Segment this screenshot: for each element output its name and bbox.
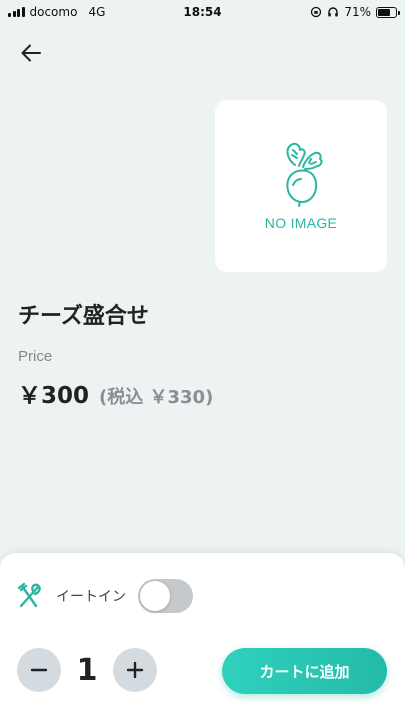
add-to-cart-button[interactable]: カートに追加 [222,648,387,694]
back-button[interactable] [16,38,46,68]
eat-in-toggle[interactable] [138,579,193,613]
battery-percent: 71% [344,5,371,19]
quantity-value: 1 [76,652,98,688]
order-sheet: イートイン 1 カートに追加 [0,553,405,720]
fork-knife-icon [17,582,41,608]
eat-in-label: イートイン [56,589,126,605]
price-row: ￥300 (税込 ￥330) [18,376,213,410]
battery-icon [376,6,400,18]
eat-in-row: イートイン [16,579,193,613]
network-label: 4G [88,5,106,19]
status-time: 18:54 [183,5,222,19]
signal-icon [8,7,25,17]
increase-quantity-button[interactable] [113,648,157,692]
arrow-left-icon [21,44,41,62]
no-image-label: NO IMAGE [264,215,338,231]
decrease-quantity-button[interactable] [17,648,61,692]
carrier-label: docomo [29,5,78,19]
battery-fill [378,8,391,16]
product-image-placeholder: NO IMAGE [215,100,387,272]
quantity-stepper: 1 [17,648,157,692]
eat-in-toggle-knob [140,581,170,611]
plus-icon [126,661,144,679]
radish-icon [286,142,323,207]
price-with-tax: (税込 ￥330) [99,387,214,408]
status-right: 71% [310,5,400,19]
orientation-lock-icon [311,6,322,18]
status-bar: docomo 4G 18:54 71% [0,0,405,24]
minus-icon [30,668,48,672]
price-value: ￥300 [18,383,90,409]
product-name: チーズ盛合せ [18,304,149,329]
headphones-icon [328,7,339,17]
price-caption: Price [18,348,53,365]
status-left: docomo 4G [8,5,105,19]
